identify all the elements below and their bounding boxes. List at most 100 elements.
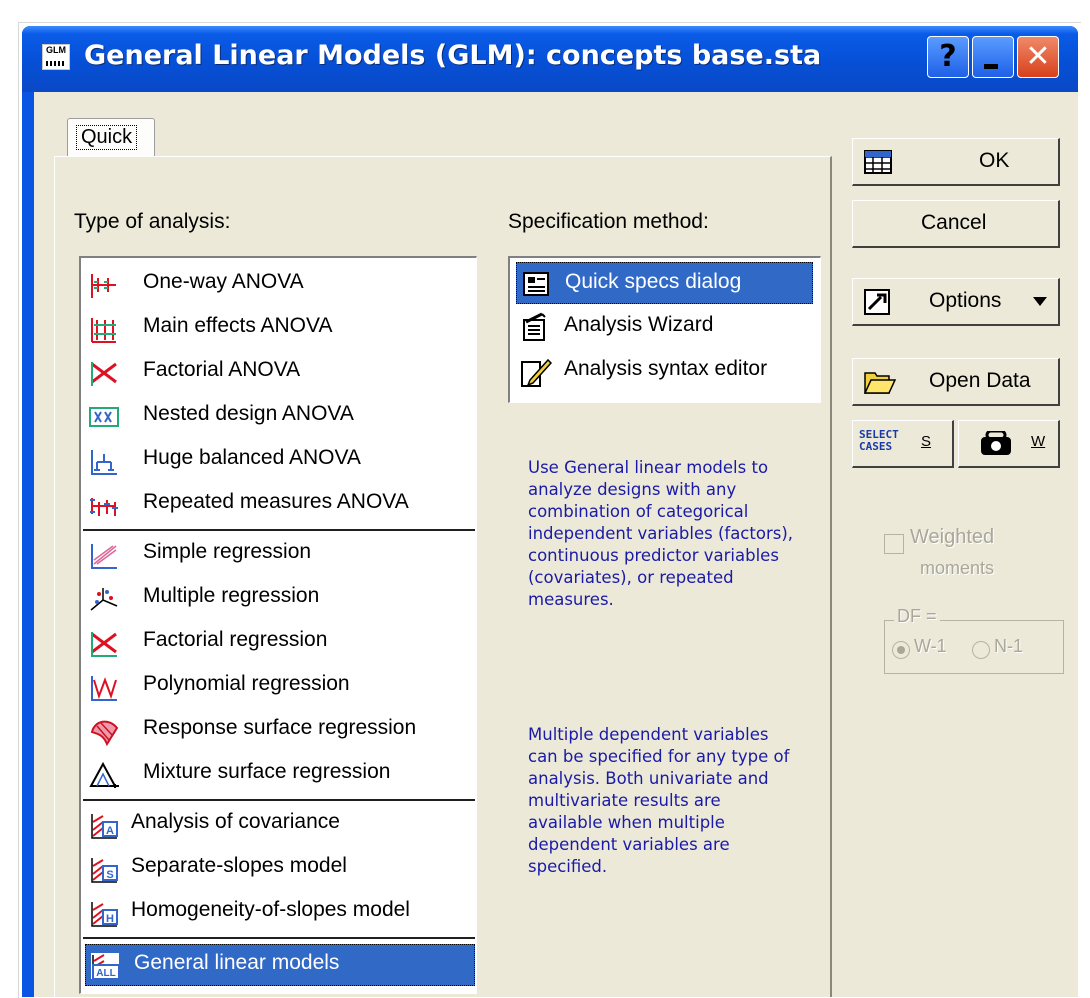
- repeated-measures-icon: [89, 490, 119, 520]
- svg-text:ALL: ALL: [96, 968, 115, 979]
- list-item-label: General linear models: [134, 951, 340, 974]
- list-item-label: Homogeneity-of-slopes model: [131, 898, 410, 921]
- list-item-analysis-of-covariance[interactable]: A Analysis of covariance: [85, 804, 475, 846]
- weight-key: W: [1031, 433, 1046, 450]
- minimize-button[interactable]: [972, 36, 1014, 78]
- list-item-label: Separate-slopes model: [131, 854, 347, 877]
- svg-text:H: H: [106, 913, 114, 925]
- analysis-type-list[interactable]: One-way ANOVA Main effects ANOVA Factori…: [79, 256, 477, 994]
- list-item-label: Analysis Wizard: [564, 313, 714, 336]
- list-item-analysis-wizard[interactable]: Analysis Wizard: [516, 306, 813, 348]
- glm-dialog-window: GLM General Linear Models (GLM): concept…: [22, 26, 1078, 997]
- nested-design-icon: [89, 402, 119, 432]
- specification-method-list[interactable]: Quick specs dialog Analysis Wizard Analy…: [508, 256, 821, 403]
- chevron-down-icon: [1033, 297, 1047, 306]
- list-item-homogeneity-of-slopes-model[interactable]: H Homogeneity-of-slopes model: [85, 892, 475, 934]
- list-item-label: Simple regression: [143, 540, 312, 563]
- help-button[interactable]: ?: [927, 36, 969, 78]
- factorial-regression-icon: [89, 628, 119, 658]
- open-data-label: Open Data: [929, 369, 1031, 392]
- list-item-simple-regression[interactable]: Simple regression: [85, 534, 475, 576]
- list-item-mixture-surface-regression[interactable]: Mixture surface regression: [85, 754, 475, 796]
- list-item-repeated-measures-anova[interactable]: Repeated measures ANOVA: [85, 484, 475, 526]
- df-option-w1-label: W-1: [914, 636, 947, 656]
- df-label: DF =: [894, 606, 940, 627]
- list-item-factorial-regression[interactable]: Factorial regression: [85, 622, 475, 664]
- list-item-label: Polynomial regression: [143, 672, 350, 695]
- options-icon: [863, 287, 893, 317]
- factorial-anova-icon: [89, 358, 119, 388]
- syntax-editor-icon: [520, 356, 552, 387]
- cancel-label: Cancel: [921, 211, 987, 234]
- list-item-label: Response surface regression: [143, 716, 417, 739]
- list-item-separate-slopes-model[interactable]: S Separate-slopes model: [85, 848, 475, 890]
- df-radio-w1[interactable]: [892, 641, 910, 659]
- df-option-n1-label: N-1: [994, 636, 1024, 656]
- description-paragraph-1: Use General linear models to analyze des…: [528, 458, 794, 609]
- open-data-button[interactable]: Open Data: [852, 358, 1060, 406]
- weighted-moments-label-2: moments: [920, 558, 995, 578]
- list-item-label: One-way ANOVA: [143, 270, 304, 293]
- polynomial-regression-icon: [89, 672, 119, 702]
- ancova-icon: A: [89, 810, 119, 840]
- list-item-quick-specs-dialog[interactable]: Quick specs dialog: [516, 262, 813, 304]
- select-cases-bottom-text: CASES: [859, 440, 893, 453]
- window-title: General Linear Models (GLM): concepts ba…: [84, 40, 822, 71]
- glm-app-icon: GLM: [42, 44, 70, 70]
- title-bar[interactable]: GLM General Linear Models (GLM): concept…: [22, 26, 1078, 92]
- list-item-analysis-syntax-editor[interactable]: Analysis syntax editor: [516, 350, 813, 392]
- group-separator: [83, 529, 475, 531]
- list-item-nested-design-anova[interactable]: Nested design ANOVA: [85, 396, 475, 438]
- group-separator: [83, 799, 475, 801]
- mixture-surface-icon: [89, 760, 119, 790]
- minimize-icon: [984, 64, 998, 69]
- list-item-label: Multiple regression: [143, 584, 320, 607]
- list-item-label: Quick specs dialog: [565, 270, 742, 293]
- weighted-moments-label-1: Weighted: [910, 526, 995, 548]
- options-button[interactable]: Options: [852, 278, 1060, 326]
- list-item-response-surface-regression[interactable]: Response surface regression: [85, 710, 475, 752]
- list-item-label: Main effects ANOVA: [143, 314, 333, 337]
- huge-balanced-icon: [89, 446, 119, 476]
- svg-text:S: S: [106, 869, 113, 881]
- multiple-regression-icon: [89, 584, 119, 614]
- list-item-label: Factorial ANOVA: [143, 358, 301, 381]
- list-item-general-linear-models[interactable]: ALL General linear models: [85, 944, 475, 986]
- select-cases-icon: SELECT CASES: [859, 429, 899, 453]
- quick-specs-icon: [521, 269, 551, 299]
- weight-button[interactable]: W: [958, 420, 1060, 468]
- list-item-label: Analysis of covariance: [131, 810, 340, 833]
- list-item-label: Repeated measures ANOVA: [143, 490, 409, 513]
- group-separator: [83, 937, 475, 939]
- list-item-label: Nested design ANOVA: [143, 402, 354, 425]
- separate-slopes-icon: S: [89, 854, 119, 884]
- list-item-polynomial-regression[interactable]: Polynomial regression: [85, 666, 475, 708]
- close-button[interactable]: ✕: [1017, 36, 1059, 78]
- select-cases-key: S: [921, 433, 932, 450]
- tab-quick-label: Quick: [76, 125, 138, 150]
- tab-quick[interactable]: Quick: [67, 118, 155, 157]
- dialog-client-area: Quick Type of analysis: Specification me…: [34, 92, 1078, 997]
- list-item-main-effects-anova[interactable]: Main effects ANOVA: [85, 308, 475, 350]
- main-effects-icon: [89, 314, 119, 344]
- options-label: Options: [929, 289, 1002, 312]
- list-item-factorial-anova[interactable]: Factorial ANOVA: [85, 352, 475, 394]
- df-radio-n1[interactable]: [972, 641, 990, 659]
- select-cases-button[interactable]: SELECT CASES S: [852, 420, 954, 468]
- ok-button[interactable]: OK: [852, 138, 1060, 186]
- weight-icon: [981, 431, 1011, 457]
- list-item-multiple-regression[interactable]: Multiple regression: [85, 578, 475, 620]
- cancel-button[interactable]: Cancel: [852, 200, 1060, 248]
- simple-regression-icon: [89, 540, 119, 570]
- specification-method-label: Specification method:: [508, 210, 709, 233]
- wizard-icon: [520, 312, 550, 342]
- list-item-one-way-anova[interactable]: One-way ANOVA: [85, 264, 475, 306]
- list-item-label: Mixture surface regression: [143, 760, 391, 783]
- description-paragraph-2: Multiple dependent variables can be spec…: [528, 725, 790, 876]
- list-item-label: Huge balanced ANOVA: [143, 446, 361, 469]
- list-item-huge-balanced-anova[interactable]: Huge balanced ANOVA: [85, 440, 475, 482]
- ok-label: OK: [979, 149, 1010, 172]
- oneway-anova-icon: [89, 270, 119, 300]
- list-item-label: Factorial regression: [143, 628, 328, 651]
- weighted-moments-checkbox[interactable]: [884, 534, 904, 554]
